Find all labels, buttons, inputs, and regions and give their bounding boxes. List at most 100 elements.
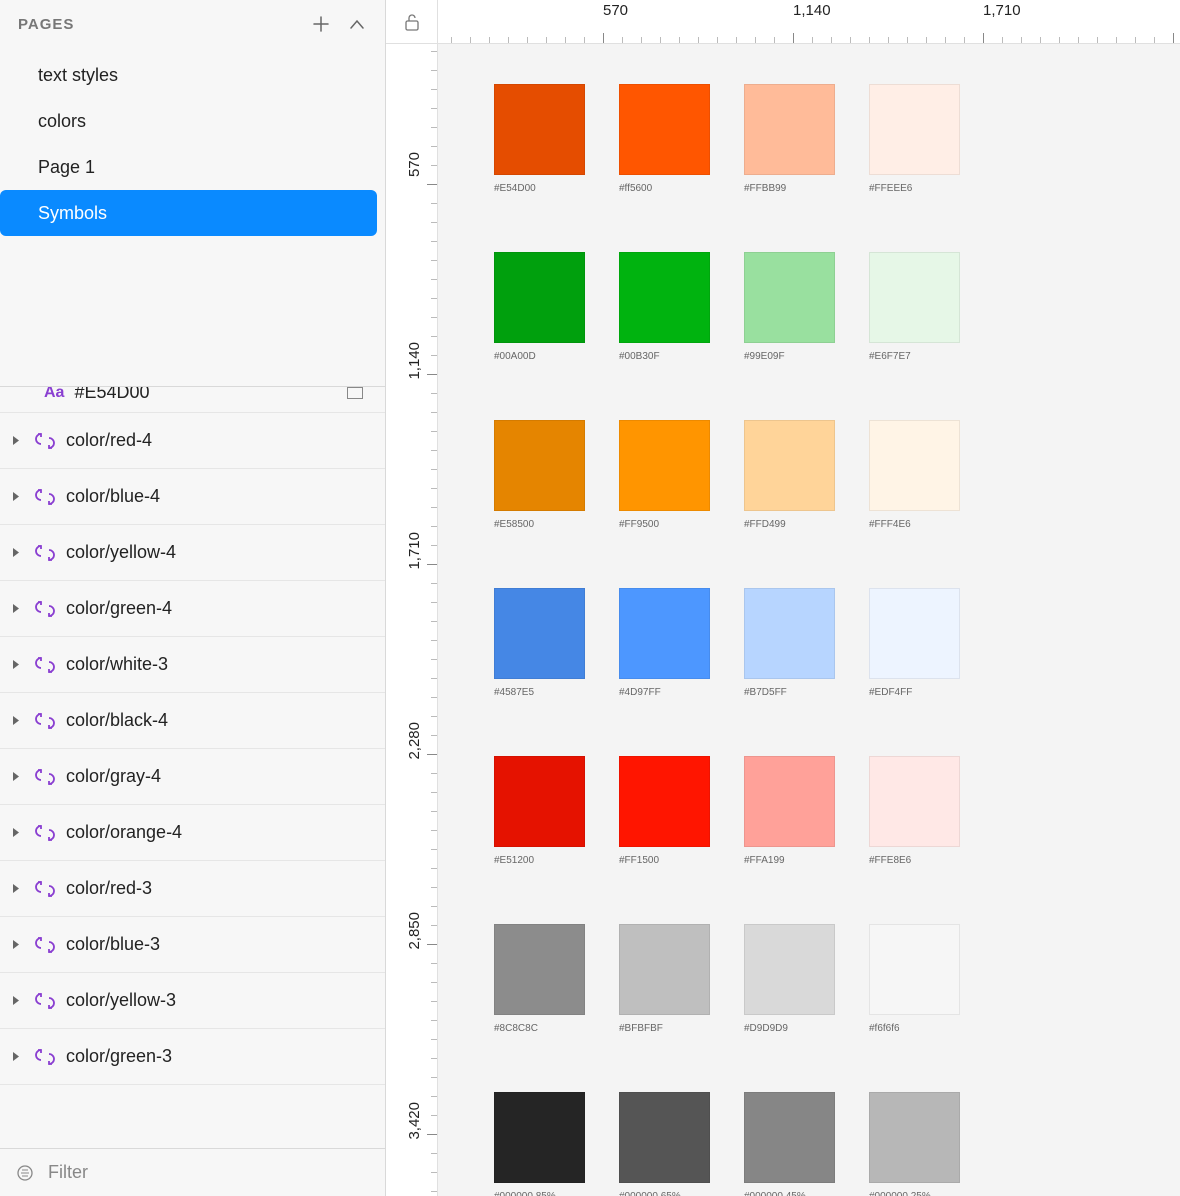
disclosure-icon[interactable] xyxy=(10,883,24,894)
color-swatch[interactable]: #E51200 xyxy=(494,756,585,866)
page-item[interactable]: Page 1 xyxy=(0,144,385,190)
swatch-row: #E54D00 #ff5600 #FFBB99 #FFEEE6 xyxy=(494,84,960,194)
page-item[interactable]: colors xyxy=(0,98,385,144)
swatch-color xyxy=(494,924,585,1015)
layer-label: color/blue-4 xyxy=(66,486,385,507)
color-swatch[interactable]: #FF1500 xyxy=(619,756,710,866)
color-swatch[interactable]: #FFF4E6 xyxy=(869,420,960,530)
color-swatch[interactable]: #00A00D xyxy=(494,252,585,362)
swatch-color xyxy=(494,756,585,847)
disclosure-icon[interactable] xyxy=(10,827,24,838)
color-swatch[interactable]: #EDF4FF xyxy=(869,588,960,698)
symbol-icon xyxy=(34,935,56,955)
text-style-icon: Aa xyxy=(44,386,64,402)
swatch-label: #000000,45% xyxy=(744,1191,835,1196)
vertical-ruler[interactable]: 5701,1401,7102,2802,8503,420 xyxy=(386,44,438,1196)
color-swatch[interactable]: #000000,65% xyxy=(619,1092,710,1196)
swatch-label: #FFBB99 xyxy=(744,183,835,194)
layer-row[interactable]: color/red-3 xyxy=(0,861,385,917)
color-swatch[interactable]: #f6f6f6 xyxy=(869,924,960,1034)
layer-row[interactable]: color/white-3 xyxy=(0,637,385,693)
color-swatch[interactable]: #000000,85% xyxy=(494,1092,585,1196)
color-swatch[interactable]: #FF9500 xyxy=(619,420,710,530)
disclosure-icon[interactable] xyxy=(10,939,24,950)
swatch-label: #E58500 xyxy=(494,519,585,530)
swatch-color xyxy=(869,252,960,343)
layer-row[interactable]: color/gray-4 xyxy=(0,749,385,805)
swatch-label: #E51200 xyxy=(494,855,585,866)
layer-row[interactable]: color/blue-4 xyxy=(0,469,385,525)
horizontal-ruler[interactable]: 5701,1401,710 xyxy=(438,0,1180,44)
color-swatch[interactable]: #FFBB99 xyxy=(744,84,835,194)
color-swatch[interactable]: #FFEEE6 xyxy=(869,84,960,194)
swatch-label: #FFD499 xyxy=(744,519,835,530)
swatch-color xyxy=(869,84,960,175)
swatch-label: #FFEEE6 xyxy=(869,183,960,194)
color-swatch[interactable]: #BFBFBF xyxy=(619,924,710,1034)
disclosure-icon[interactable] xyxy=(10,1051,24,1062)
swatch-color xyxy=(619,588,710,679)
symbol-icon xyxy=(34,767,56,787)
disclosure-icon[interactable] xyxy=(10,659,24,670)
swatch-grid: #E54D00 #ff5600 #FFBB99 #FFEEE6 #00A00D #00B3… xyxy=(494,84,960,1196)
swatch-color xyxy=(869,420,960,511)
pages-header-actions xyxy=(311,14,367,34)
color-swatch[interactable]: #8C8C8C xyxy=(494,924,585,1034)
color-swatch[interactable]: #4D97FF xyxy=(619,588,710,698)
color-swatch[interactable]: #FFD499 xyxy=(744,420,835,530)
color-swatch[interactable]: #99E09F xyxy=(744,252,835,362)
layer-row[interactable]: color/black-4 xyxy=(0,693,385,749)
layer-row[interactable]: color/blue-3 xyxy=(0,917,385,973)
artboard[interactable]: #E54D00 #ff5600 #FFBB99 #FFEEE6 #00A00D #00B3… xyxy=(438,44,1180,1196)
color-swatch[interactable]: #B7D5FF xyxy=(744,588,835,698)
disclosure-icon[interactable] xyxy=(10,603,24,614)
add-page-icon[interactable] xyxy=(311,14,331,34)
layer-row[interactable]: color/green-3 xyxy=(0,1029,385,1085)
disclosure-icon[interactable] xyxy=(10,771,24,782)
swatch-color xyxy=(744,84,835,175)
filter-input[interactable]: Filter xyxy=(48,1162,88,1183)
layer-row[interactable]: color/green-4 xyxy=(0,581,385,637)
color-swatch[interactable]: #FFA199 xyxy=(744,756,835,866)
disclosure-icon[interactable] xyxy=(10,995,24,1006)
swatch-label: #f6f6f6 xyxy=(869,1023,960,1034)
layer-list[interactable]: Aa #E54D00 color/red-4 color/blue-4 color/ye… xyxy=(0,386,385,1148)
color-swatch[interactable]: #E6F7E7 xyxy=(869,252,960,362)
disclosure-icon[interactable] xyxy=(10,435,24,446)
symbol-icon xyxy=(34,431,56,451)
disclosure-icon[interactable] xyxy=(10,491,24,502)
layer-label: color/red-3 xyxy=(66,878,385,899)
swatch-color xyxy=(494,252,585,343)
color-swatch[interactable]: #00B30F xyxy=(619,252,710,362)
layer-row[interactable]: color/orange-4 xyxy=(0,805,385,861)
swatch-color xyxy=(619,252,710,343)
swatch-row: #8C8C8C #BFBFBF #D9D9D9 #f6f6f6 xyxy=(494,924,960,1034)
disclosure-icon[interactable] xyxy=(10,715,24,726)
disclosure-icon[interactable] xyxy=(10,547,24,558)
layer-row[interactable]: color/red-4 xyxy=(0,413,385,469)
page-item[interactable]: text styles xyxy=(0,52,385,98)
layer-row[interactable]: color/yellow-3 xyxy=(0,973,385,1029)
color-swatch[interactable]: #000000,25% xyxy=(869,1092,960,1196)
color-swatch[interactable]: #E58500 xyxy=(494,420,585,530)
layer-row[interactable]: Aa #E54D00 xyxy=(0,386,385,413)
color-swatch[interactable]: #4587E5 xyxy=(494,588,585,698)
swatch-color xyxy=(619,756,710,847)
ruler-label: 1,140 xyxy=(793,2,831,19)
page-item[interactable]: Symbols xyxy=(0,190,377,236)
swatch-color xyxy=(744,924,835,1015)
layer-row[interactable]: color/yellow-4 xyxy=(0,525,385,581)
collapse-icon[interactable] xyxy=(347,14,367,34)
lock-icon[interactable] xyxy=(386,0,438,44)
swatch-label: #4587E5 xyxy=(494,687,585,698)
color-swatch[interactable]: #FFE8E6 xyxy=(869,756,960,866)
pages-title: PAGES xyxy=(18,16,74,33)
color-swatch[interactable]: #D9D9D9 xyxy=(744,924,835,1034)
swatch-color xyxy=(619,1092,710,1183)
color-swatch[interactable]: #E54D00 xyxy=(494,84,585,194)
layer-label: #E54D00 xyxy=(74,386,337,403)
swatch-color xyxy=(744,420,835,511)
color-swatch[interactable]: #ff5600 xyxy=(619,84,710,194)
swatch-label: #E6F7E7 xyxy=(869,351,960,362)
color-swatch[interactable]: #000000,45% xyxy=(744,1092,835,1196)
